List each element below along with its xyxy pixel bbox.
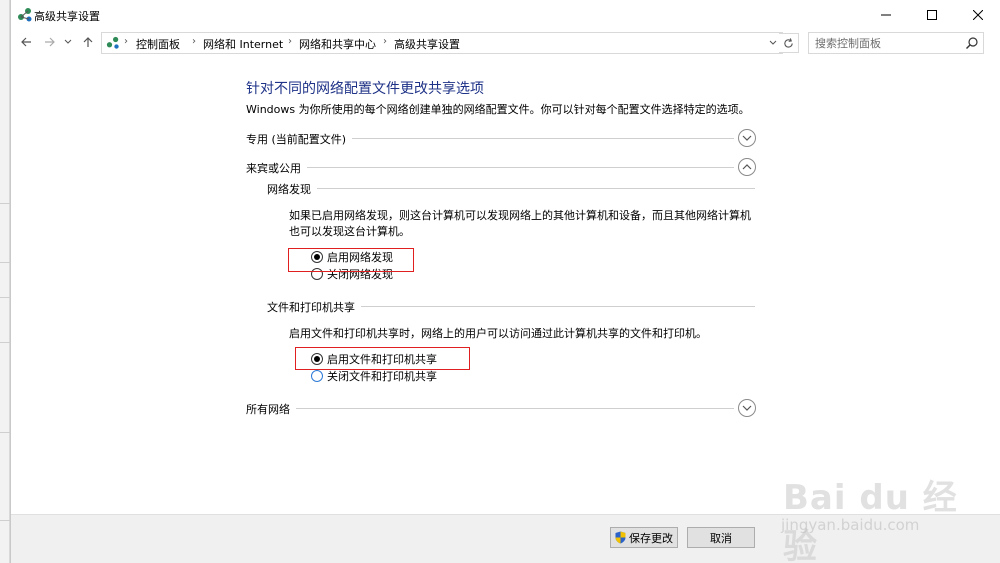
navigation-bar: › 控制面板 › 网络和 Internet › 网络和共享中心 › 高级共享设置 xyxy=(11,29,1000,56)
network-discovery-header: 网络发现 xyxy=(267,180,755,197)
breadcrumb-separator: › xyxy=(124,36,128,47)
breadcrumb-control-panel[interactable]: 控制面板 xyxy=(136,36,180,52)
highlight-box xyxy=(295,347,470,370)
arrow-left-icon xyxy=(21,37,31,47)
save-changes-button[interactable]: 保存更改 xyxy=(610,527,678,548)
refresh-icon xyxy=(784,37,793,48)
refresh-button[interactable] xyxy=(779,33,799,53)
radio-disable-file-printer-sharing[interactable]: 关闭文件和打印机共享 xyxy=(311,368,437,384)
file-printer-sharing-header: 文件和打印机共享 xyxy=(267,298,755,315)
profile-private-header[interactable]: 专用 (当前配置文件) xyxy=(246,128,756,148)
page-title: 针对不同的网络配置文件更改共享选项 xyxy=(246,81,484,97)
breadcrumb-network-internet[interactable]: 网络和 Internet xyxy=(203,36,283,52)
address-bar[interactable]: › 控制面板 › 网络和 Internet › 网络和共享中心 › 高级共享设置 xyxy=(101,32,783,54)
expand-button[interactable] xyxy=(738,129,756,147)
main-content: 针对不同的网络配置文件更改共享选项 Windows 为你所使用的每个网络创建单独… xyxy=(11,56,1000,514)
radio-label[interactable]: 关闭文件和打印机共享 xyxy=(327,368,437,384)
divider xyxy=(267,188,755,189)
chevron-down-icon xyxy=(742,405,752,411)
minimize-button[interactable] xyxy=(863,0,909,29)
chevron-down-icon xyxy=(742,135,752,141)
search-icon[interactable] xyxy=(965,36,979,50)
profile-public-label: 来宾或公用 xyxy=(246,160,307,176)
file-printer-sharing-description: 启用文件和打印机共享时，网络上的用户可以访问通过此计算机共享的文件和打印机。 xyxy=(289,327,707,340)
maximize-icon xyxy=(927,9,937,20)
title-bar: 高级共享设置 xyxy=(11,0,1000,29)
chevron-down-icon xyxy=(769,40,777,45)
network-discovery-title: 网络发现 xyxy=(267,181,317,197)
back-button[interactable] xyxy=(17,33,35,51)
network-icon xyxy=(18,8,32,22)
page-description: Windows 为你所使用的每个网络创建单独的网络配置文件。你可以针对每个配置文… xyxy=(246,103,750,116)
highlight-box xyxy=(288,248,414,272)
cancel-button[interactable]: 取消 xyxy=(687,527,755,548)
save-changes-label: 保存更改 xyxy=(629,531,673,545)
search-box[interactable] xyxy=(808,32,984,54)
close-icon xyxy=(973,9,983,20)
minimize-icon xyxy=(881,14,891,15)
window-title: 高级共享设置 xyxy=(34,10,100,23)
maximize-button[interactable] xyxy=(909,0,955,29)
close-button[interactable] xyxy=(955,0,1000,29)
address-dropdown-button[interactable] xyxy=(766,35,780,51)
network-discovery-description: 如果已启用网络发现，则这台计算机可以发现网络上的其他计算机和设备，而且其他网络计… xyxy=(289,209,751,238)
divider xyxy=(246,167,734,168)
uac-shield-icon xyxy=(615,531,626,544)
breadcrumb-advanced-sharing[interactable]: 高级共享设置 xyxy=(394,36,460,52)
network-icon xyxy=(106,36,119,49)
baidu-watermark: Bai du 经验 jingyan.baidu.com xyxy=(771,450,971,563)
file-printer-sharing-title: 文件和打印机共享 xyxy=(267,299,361,315)
arrow-up-icon xyxy=(83,37,93,47)
arrow-right-icon xyxy=(45,37,55,47)
breadcrumb-network-sharing-center[interactable]: 网络和共享中心 xyxy=(299,36,376,52)
profile-private-label: 专用 (当前配置文件) xyxy=(246,131,353,147)
collapse-button[interactable] xyxy=(738,158,756,176)
forward-button[interactable] xyxy=(41,33,59,51)
chevron-down-icon xyxy=(64,39,72,44)
breadcrumb-separator: › xyxy=(288,36,292,47)
background-window-edge xyxy=(0,0,10,563)
profile-all-networks-label: 所有网络 xyxy=(246,401,296,417)
breadcrumb-separator: › xyxy=(192,36,196,47)
watermark-url: jingyan.baidu.com xyxy=(781,516,920,534)
chevron-up-icon xyxy=(742,164,752,170)
advanced-sharing-window: 高级共享设置 › 控制面板 › 网络和 Internet › 网络和共享中心 ›… xyxy=(10,0,1000,563)
breadcrumb-separator: › xyxy=(383,36,387,47)
recent-locations-button[interactable] xyxy=(62,33,74,51)
radio-button[interactable] xyxy=(311,370,323,382)
profile-public-header[interactable]: 来宾或公用 xyxy=(246,157,756,177)
search-input[interactable] xyxy=(815,36,965,50)
divider xyxy=(246,408,734,409)
expand-button[interactable] xyxy=(738,399,756,417)
profile-all-networks-header[interactable]: 所有网络 xyxy=(246,398,756,418)
up-button[interactable] xyxy=(79,33,97,51)
